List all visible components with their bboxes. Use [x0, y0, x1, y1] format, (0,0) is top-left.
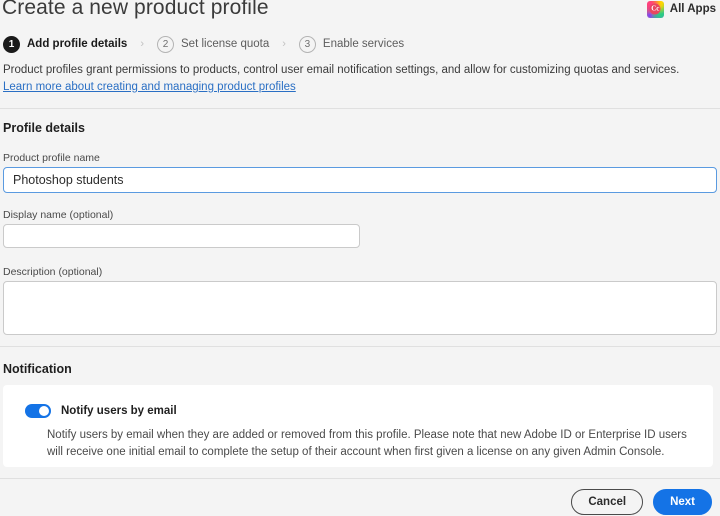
product-profile-name-label: Product profile name	[3, 152, 100, 164]
step-set-license-quota[interactable]: 2 Set license quota	[157, 35, 270, 53]
step-enable-services[interactable]: 3 Enable services	[298, 35, 405, 53]
notify-users-toggle-row[interactable]: Notify users by email	[25, 404, 177, 418]
notify-users-toggle-label: Notify users by email	[61, 405, 177, 417]
footer-actions: Cancel Next	[571, 489, 712, 515]
toggle-knob	[39, 406, 49, 416]
step-add-profile-details[interactable]: 1 Add profile details	[3, 35, 128, 53]
divider-top	[0, 108, 720, 109]
notification-card: Notify users by email Notify users by em…	[3, 385, 713, 467]
all-apps-label: All Apps	[669, 3, 716, 15]
step-number-3: 3	[298, 35, 316, 53]
notify-users-toggle[interactable]	[25, 404, 51, 418]
step-number-2: 2	[157, 35, 174, 53]
notification-body-text: Notify users by email when they are adde…	[47, 429, 687, 458]
cancel-button[interactable]: Cancel	[571, 489, 644, 515]
wizard-stepper: 1 Add profile details › 2 Set license qu…	[3, 34, 404, 54]
product-profile-name-input[interactable]	[3, 167, 717, 193]
profile-details-heading: Profile details	[3, 121, 85, 135]
intro-description: Product profiles grant permissions to pr…	[3, 64, 680, 76]
step-label-1: Add profile details	[27, 38, 128, 50]
description-label: Description (optional)	[3, 266, 103, 278]
page-title: Create a new product profile	[2, 0, 269, 19]
step-separator-icon-1: ›	[140, 38, 144, 50]
step-label-3: Enable services	[322, 38, 405, 50]
display-name-input[interactable]	[3, 224, 360, 248]
divider-footer	[0, 478, 720, 479]
creative-cloud-icon: Cc	[646, 0, 664, 18]
notification-heading: Notification	[3, 362, 72, 376]
next-button[interactable]: Next	[653, 489, 712, 515]
step-number-1: 1	[3, 35, 20, 53]
step-label-2: Set license quota	[181, 38, 270, 50]
display-name-label: Display name (optional)	[3, 209, 114, 221]
creative-cloud-badge-label: Cc	[649, 3, 661, 15]
all-apps-indicator: Cc All Apps	[646, 0, 716, 18]
divider-notification	[0, 346, 720, 347]
description-textarea[interactable]	[3, 281, 717, 335]
step-separator-icon-2: ›	[282, 38, 286, 50]
learn-more-link[interactable]: Learn more about creating and managing p…	[3, 80, 296, 95]
